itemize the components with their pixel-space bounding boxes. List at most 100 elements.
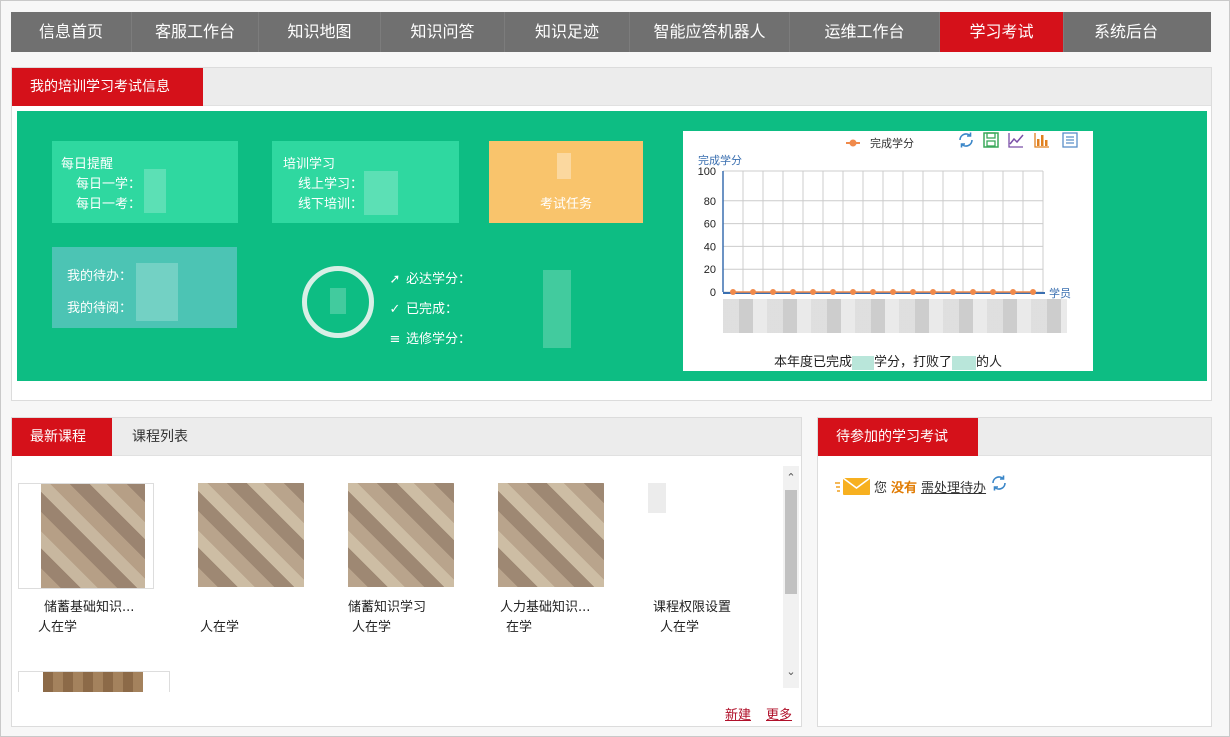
credits-chart: 100 80 60 40 20 0 完成学分 完成学分 学员 本年度已完成 学分，打败了 的人 [683, 131, 1093, 371]
chart-legend[interactable]: 完成学分 [870, 136, 914, 150]
series-point[interactable] [1010, 289, 1016, 295]
series-point[interactable] [870, 289, 876, 295]
todo-you: 您 [874, 480, 888, 496]
training-value-blur [364, 171, 398, 215]
course-scrollbar[interactable]: ⌃ ⌄ [783, 466, 799, 688]
required-credits-label: 必达学分： [406, 272, 472, 287]
course-thumbnail[interactable] [488, 483, 624, 589]
offline-training-label: 线下培训： [298, 197, 364, 212]
nav-item-admin[interactable]: 系统后台 [1064, 12, 1188, 52]
series-point[interactable] [1030, 289, 1036, 295]
course-thumbnail[interactable] [638, 483, 774, 589]
exam-task-count-blur [557, 153, 571, 179]
completed-credits-row: ✓ 已完成： [388, 298, 458, 317]
elective-credits-label: 选修学分： [406, 332, 472, 347]
pending-value-blur [136, 263, 178, 321]
bar-chart-icon[interactable] [1033, 131, 1051, 149]
series-point[interactable] [790, 289, 796, 295]
training-study-title: 培训学习 [283, 157, 336, 172]
course-thumbnail[interactable] [18, 671, 170, 692]
course-learner-count: 人在学 [200, 620, 240, 635]
more-courses-link[interactable]: 更多 [766, 704, 792, 723]
series-point[interactable] [930, 289, 936, 295]
series-point[interactable] [990, 289, 996, 295]
y-tick-label: 80 [704, 196, 716, 208]
course-learner-count: 在学 [506, 620, 533, 635]
exam-task-card[interactable]: 考试任务 [489, 141, 643, 223]
series-point[interactable] [890, 289, 896, 295]
course-learner-count: 人在学 [38, 620, 78, 635]
required-credits-row: ➚ 必达学分： [388, 268, 471, 287]
daily-value-blur [144, 169, 166, 213]
tab-pending-exams[interactable]: 待参加的学习考试 [818, 418, 978, 456]
save-icon[interactable] [982, 131, 1000, 149]
my-read-label: 我的待阅： [67, 301, 133, 316]
rank-value-blur [952, 355, 976, 370]
tab-course-list[interactable]: 课程列表 [114, 418, 206, 456]
refresh-icon[interactable] [957, 131, 975, 149]
nav-item-study-exam[interactable]: 学习考试 [940, 12, 1064, 52]
course-thumbnail[interactable] [338, 483, 474, 589]
series-point[interactable] [830, 289, 836, 295]
credits-chart-svg: 100 80 60 40 20 0 完成学分 完成学分 学员 [698, 136, 1071, 300]
data-view-icon[interactable] [1061, 131, 1079, 149]
exam-panel-header: 待参加的学习考试 [818, 418, 1211, 456]
scroll-up-icon[interactable]: ⌃ [783, 470, 799, 486]
nav-item-knowledge-trail[interactable]: 知识足迹 [505, 12, 630, 52]
course-title[interactable]: 储蓄知识学习 [348, 596, 426, 615]
course-image [648, 483, 666, 513]
daily-exam-label: 每日一考： [76, 197, 142, 212]
elective-credits-row: ≡ 选修学分： [388, 328, 471, 347]
y-tick-label: 20 [704, 264, 716, 276]
course-thumbnail[interactable] [188, 483, 324, 589]
course-title[interactable]: 课程权限设置 [653, 596, 731, 615]
course-title[interactable]: 人力基础知识... [500, 596, 590, 615]
series-point[interactable] [970, 289, 976, 295]
course-image [498, 483, 604, 587]
credits-values-blur [543, 270, 571, 348]
nav-item-robot[interactable]: 智能应答机器人 [630, 12, 790, 52]
exam-panel: 待参加的学习考试 [817, 417, 1212, 727]
refresh-icon[interactable] [990, 474, 1008, 492]
list-icon: ≡ [389, 332, 401, 347]
line-chart-icon[interactable] [1007, 131, 1025, 149]
nav-item-service-desk[interactable]: 客服工作台 [132, 12, 259, 52]
main-nav: 信息首页 客服工作台 知识地图 知识问答 知识足迹 智能应答机器人 运维工作台 … [11, 12, 1211, 52]
nav-item-ops-desk[interactable]: 运维工作台 [790, 12, 940, 52]
nav-item-home[interactable]: 信息首页 [11, 12, 132, 52]
my-todo-label: 我的待办： [67, 269, 133, 284]
series-point[interactable] [950, 289, 956, 295]
series-point[interactable] [910, 289, 916, 295]
pending-card[interactable]: 我的待办： 我的待阅： [52, 247, 237, 328]
nav-item-knowledge-map[interactable]: 知识地图 [259, 12, 381, 52]
series-point[interactable] [850, 289, 856, 295]
tab-latest-courses[interactable]: 最新课程 [12, 418, 112, 456]
send-icon: ➚ [389, 272, 401, 287]
daily-study-label: 每日一学： [76, 177, 142, 192]
chart-ylabel: 完成学分 [698, 153, 742, 167]
y-tick-label: 40 [704, 241, 716, 253]
course-learner-count: 人在学 [660, 620, 700, 635]
courses-panel-header: 最新课程 课程列表 [12, 418, 801, 456]
scroll-thumb[interactable] [785, 490, 797, 594]
tab-training-info[interactable]: 我的培训学习考试信息 [12, 68, 203, 106]
series-point[interactable] [770, 289, 776, 295]
series-point[interactable] [750, 289, 756, 295]
series-point[interactable] [730, 289, 736, 295]
mail-icon [835, 477, 871, 495]
chart-footer: 本年度已完成 学分，打败了 的人 [683, 351, 1093, 370]
series-point[interactable] [810, 289, 816, 295]
ring-value-blur [330, 288, 346, 314]
daily-reminder-card[interactable]: 每日提醒 每日一学： 每日一考： [52, 141, 238, 223]
training-study-card[interactable]: 培训学习 线上学习： 线下培训： [272, 141, 459, 223]
course-title[interactable]: 储蓄基础知识... [44, 596, 134, 615]
scroll-down-icon[interactable]: ⌄ [783, 664, 799, 680]
training-panel-header: 我的培训学习考试信息 [12, 68, 1211, 106]
course-image [43, 672, 143, 692]
completed-credits-label: 已完成： [406, 302, 459, 317]
todo-notice: 您 没有 需处理待办 [834, 474, 1008, 496]
new-course-link[interactable]: 新建 [725, 704, 751, 723]
course-thumbnail[interactable] [18, 483, 154, 589]
nav-item-knowledge-qa[interactable]: 知识问答 [381, 12, 505, 52]
todo-link[interactable]: 需处理待办 [921, 477, 986, 496]
